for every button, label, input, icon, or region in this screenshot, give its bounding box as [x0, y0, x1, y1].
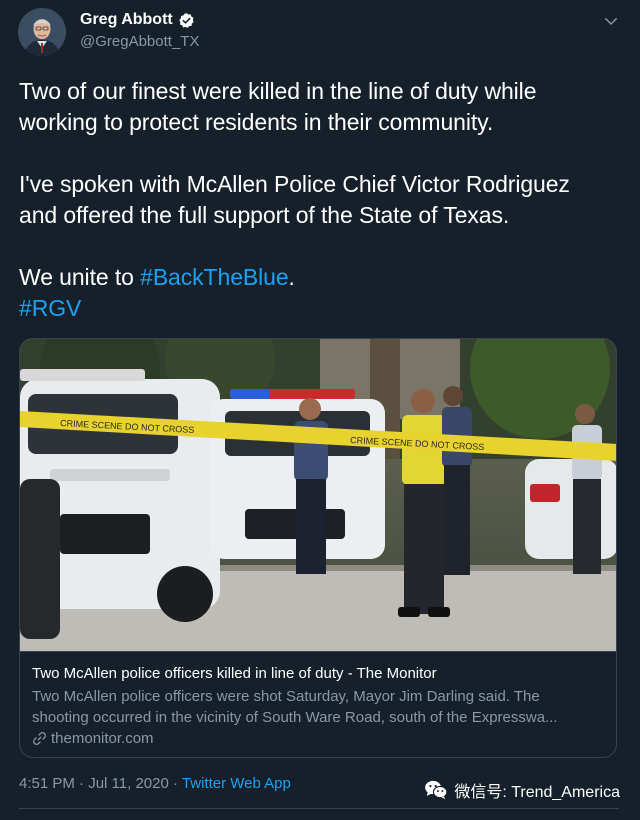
divider [19, 808, 619, 809]
tweet-line: #RGV [19, 293, 619, 324]
tweet-line: We unite to #BackTheBlue. [19, 262, 619, 293]
card-description-line: shooting occurred in the vicinity of Sou… [32, 709, 558, 726]
hashtag-backtheblue[interactable]: #BackTheBlue [140, 264, 288, 290]
card-image: CRIME SCENE DO NOT CROSS CRIME SCENE DO … [20, 339, 616, 651]
tweet-line: I've spoken with McAllen Police Chief Vi… [19, 171, 570, 197]
tweet-line: and offered the full support of the Stat… [19, 202, 510, 228]
avatar[interactable] [18, 8, 66, 56]
avatar-image [18, 8, 66, 56]
card-title[interactable]: Two McAllen police officers killed in li… [32, 664, 606, 683]
tweet-time[interactable]: 4:51 PM [19, 775, 75, 792]
wechat-icon [425, 780, 448, 800]
separator: · [168, 775, 182, 792]
tweet-date[interactable]: Jul 11, 2020 [88, 775, 169, 792]
card-domain-row: themonitor.com [32, 730, 606, 747]
tweet-line: Two of our finest were killed in the lin… [19, 78, 537, 104]
tweet-text-segment: We unite to [19, 264, 141, 290]
link-card[interactable]: CRIME SCENE DO NOT CROSS CRIME SCENE DO … [19, 338, 617, 758]
card-description-line: Two McAllen police officers were shot Sa… [32, 688, 540, 705]
card-meta: Two McAllen police officers killed in li… [20, 651, 616, 757]
hashtag-rgv[interactable]: #RGV [19, 295, 81, 321]
chevron-down-icon[interactable] [602, 12, 620, 30]
author-handle[interactable]: @GregAbbott_TX [80, 33, 199, 50]
display-name[interactable]: Greg Abbott [80, 11, 173, 29]
tweet-source-app[interactable]: Twitter Web App [182, 775, 291, 792]
tweet-line: working to protect residents in their co… [19, 109, 494, 135]
watermark-text: 微信号: Trend_America [454, 784, 620, 801]
tweet-text-segment: . [288, 264, 295, 290]
card-domain: themonitor.com [51, 730, 154, 747]
card-description: Two McAllen police officers were shot Sa… [32, 686, 606, 728]
wechat-watermark: 微信号: Trend_America [424, 778, 620, 802]
author-name-row[interactable]: Greg Abbott [80, 11, 195, 29]
separator: · [74, 775, 89, 792]
verified-badge-icon [179, 12, 194, 28]
tweet-text: Two of our finest were killed in the lin… [19, 76, 619, 324]
link-icon [33, 732, 46, 745]
tweet: Greg Abbott @GregAbbott_TX Two of our fi… [0, 0, 640, 820]
tweet-timestamp-row: 4:51 PM · Jul 11, 2020 · Twitter Web App [19, 775, 291, 792]
